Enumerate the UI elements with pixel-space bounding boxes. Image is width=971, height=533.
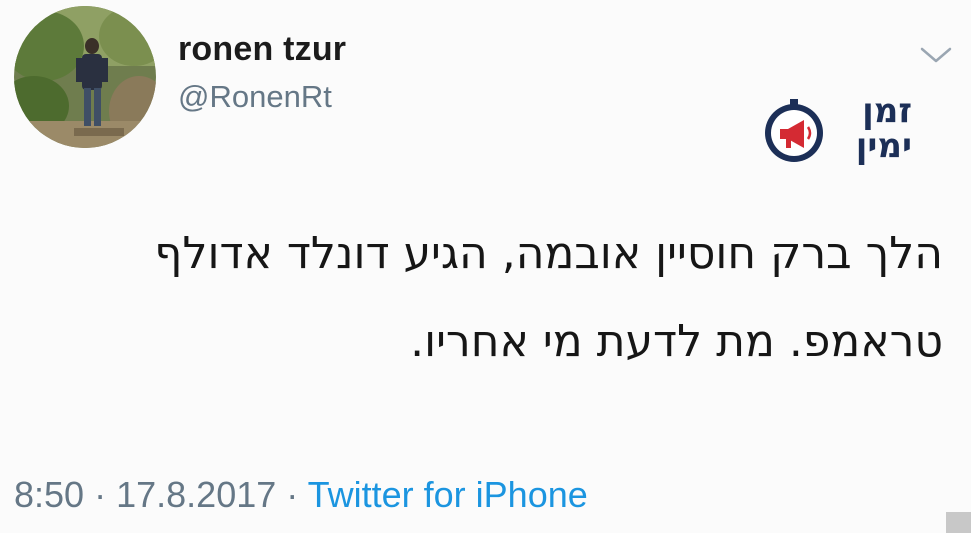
watermark-logo: זמן ימין	[762, 94, 912, 174]
watermark-wordmark: זמן ימין	[832, 94, 912, 164]
meta-separator: ·	[94, 474, 107, 515]
tweet-card: ronen tzur @RonenRt זמן ימין הלך ברק חוס…	[0, 0, 971, 533]
author-handle[interactable]: @RonenRt	[178, 79, 332, 115]
chevron-down-icon[interactable]	[918, 44, 954, 66]
author-name[interactable]: ronen tzur	[178, 30, 346, 69]
corner-artifact	[946, 512, 971, 533]
watermark-line-2: ימין	[855, 126, 912, 166]
tweet-metadata: 8:50 · 17.8.2017 · Twitter for iPhone	[14, 474, 588, 516]
tweet-text: הלך ברק חוסיין אובמה, הגיע דונלד אדולף ט…	[23, 210, 943, 386]
tweet-source-link[interactable]: Twitter for iPhone	[308, 474, 588, 515]
avatar-photo-icon	[14, 6, 156, 148]
meta-separator: ·	[286, 474, 299, 515]
author-avatar[interactable]	[14, 6, 156, 148]
tweet-text-line-2: טראמפ. מת לדעת מי אחריו.	[410, 316, 943, 367]
tweet-date[interactable]: 17.8.2017	[116, 474, 276, 515]
tweet-time[interactable]: 8:50	[14, 474, 84, 515]
tweet-text-line-1: הלך ברק חוסיין אובמה, הגיע דונלד אדולף	[154, 228, 943, 279]
megaphone-clock-icon	[765, 99, 823, 162]
watermark-line-1: זמן	[862, 91, 912, 131]
